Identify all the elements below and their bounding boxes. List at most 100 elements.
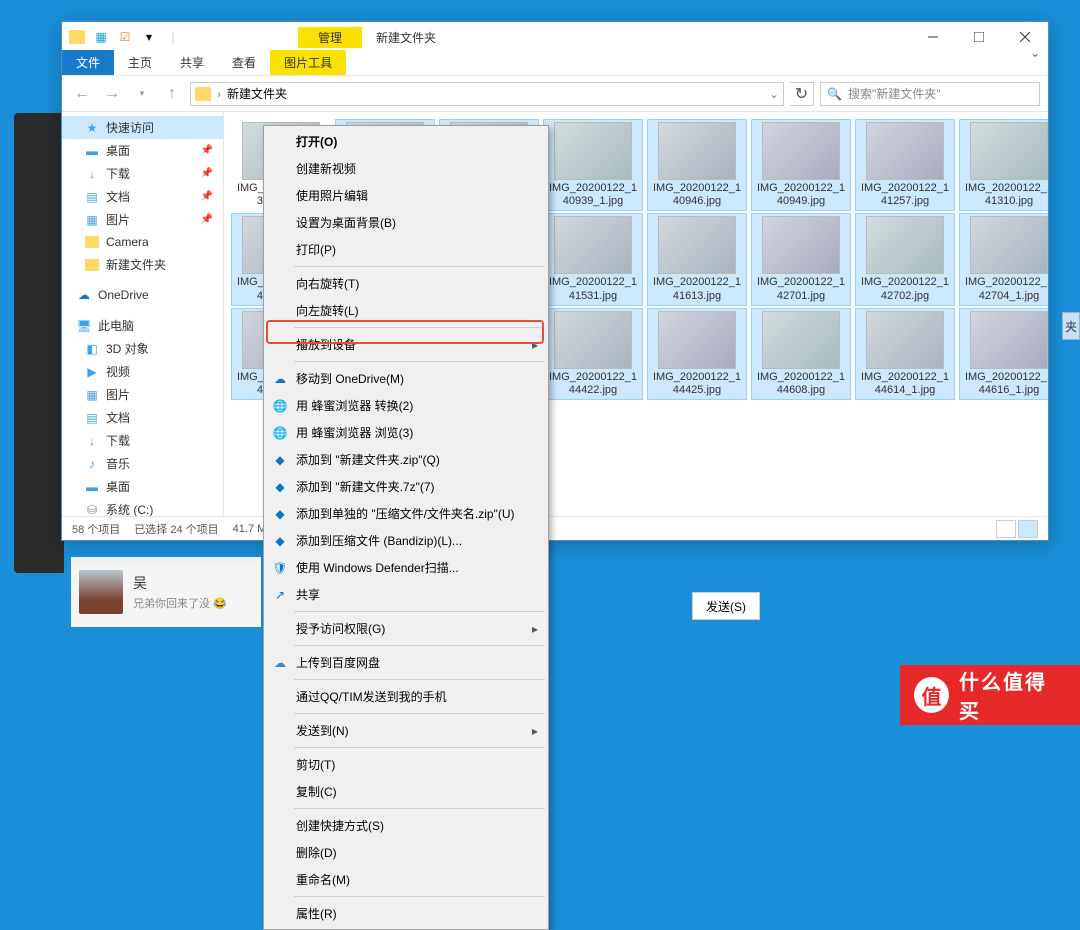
view-icons-button[interactable] [1018, 520, 1038, 538]
cm-delete[interactable]: 删除(D) [266, 839, 546, 866]
recent-dropdown[interactable]: ▾ [130, 82, 154, 106]
nav-pictures[interactable]: ▦图片📌 [62, 208, 223, 231]
cm-send-qq[interactable]: 通过QQ/TIM发送到我的手机 [266, 683, 546, 710]
tab-view[interactable]: 查看 [218, 50, 270, 75]
nav-camera[interactable]: Camera [62, 231, 223, 253]
cm-add-zip[interactable]: ◆添加到 "新建文件夹.zip"(Q) [266, 446, 546, 473]
video-icon: ▶ [84, 364, 100, 380]
file-thumbnail[interactable]: IMG_20200122_144422.jpg [544, 309, 642, 399]
star-icon: ★ [84, 120, 100, 136]
cm-rotate-left[interactable]: 向左旋转(L) [266, 297, 546, 324]
file-thumbnail[interactable]: IMG_20200122_144614_1.jpg [856, 309, 954, 399]
download-icon: ↓ [84, 166, 100, 182]
cm-move-onedrive[interactable]: ☁移动到 OneDrive(M) [266, 365, 546, 392]
nav-downloads-pc[interactable]: ↓下载 [62, 429, 223, 452]
qat-properties-icon[interactable]: ▦ [90, 26, 112, 48]
tab-share[interactable]: 共享 [166, 50, 218, 75]
nav-this-pc[interactable]: 🖥此电脑 [62, 314, 223, 337]
nav-desktop-pc[interactable]: ▬桌面 [62, 475, 223, 498]
address-bar[interactable]: › 新建文件夹 ⌄ [190, 82, 784, 106]
document-icon: ▤ [84, 410, 100, 426]
cm-send-to[interactable]: 发送到(N)▸ [266, 717, 546, 744]
nav-music[interactable]: ♪音乐 [62, 452, 223, 475]
cm-browser-browse[interactable]: 🌐用 蜂蜜浏览器 浏览(3) [266, 419, 546, 446]
nav-videos[interactable]: ▶视频 [62, 360, 223, 383]
file-thumbnail[interactable]: IMG_20200122_141310.jpg [960, 120, 1048, 210]
qat-dropdown-icon[interactable]: ▾ [138, 26, 160, 48]
file-thumbnail[interactable]: IMG_20200122_144425.jpg [648, 309, 746, 399]
thumbnail-image [658, 216, 736, 274]
ribbon-tabs: 文件 主页 共享 查看 图片工具 ˇ [62, 52, 1048, 76]
search-placeholder: 搜索"新建文件夹" [848, 85, 941, 102]
search-input[interactable]: 🔍 搜索"新建文件夹" [820, 82, 1040, 106]
file-thumbnail[interactable]: IMG_20200122_142702.jpg [856, 214, 954, 304]
thumbnail-image [866, 122, 944, 180]
file-thumbnail[interactable]: IMG_20200122_141613.jpg [648, 214, 746, 304]
send-button[interactable]: 发送(S) [692, 592, 760, 620]
nav-new-folder[interactable]: 新建文件夹 [62, 253, 223, 276]
cm-rotate-right[interactable]: 向右旋转(T) [266, 270, 546, 297]
cm-upload-baidu[interactable]: ☁上传到百度网盘 [266, 649, 546, 676]
cm-share[interactable]: ↗共享 [266, 581, 546, 608]
file-thumbnail[interactable]: IMG_20200122_142704_1.jpg [960, 214, 1048, 304]
file-thumbnail[interactable]: IMG_20200122_144608.jpg [752, 309, 850, 399]
share-icon: ↗ [272, 587, 288, 603]
file-name: IMG_20200122_142701.jpg [754, 276, 848, 302]
nav-system-c[interactable]: ⛁系统 (C:) [62, 498, 223, 516]
nav-documents[interactable]: ▤文档📌 [62, 185, 223, 208]
forward-button[interactable]: → [100, 82, 124, 106]
file-name: IMG_20200122_140939_1.jpg [546, 182, 640, 208]
thumbnail-image [554, 311, 632, 369]
file-thumbnail[interactable]: IMG_20200122_142701.jpg [752, 214, 850, 304]
refresh-button[interactable]: ↻ [790, 82, 814, 106]
chat-preview[interactable]: 吴 兄弟你回来了没 😂 [71, 557, 261, 627]
cm-add-7z[interactable]: ◆添加到 "新建文件夹.7z"(7) [266, 473, 546, 500]
nav-pictures-pc[interactable]: ▦图片 [62, 383, 223, 406]
cm-print[interactable]: 打印(P) [266, 236, 546, 263]
cm-add-separate[interactable]: ◆添加到单独的 "压缩文件/文件夹名.zip"(U) [266, 500, 546, 527]
file-thumbnail[interactable]: IMG_20200122_141531.jpg [544, 214, 642, 304]
nav-documents-pc[interactable]: ▤文档 [62, 406, 223, 429]
status-selected: 已选择 24 个项目 [134, 521, 218, 537]
tab-file[interactable]: 文件 [62, 50, 114, 75]
cm-copy[interactable]: 复制(C) [266, 778, 546, 805]
nav-3d-objects[interactable]: ◧3D 对象 [62, 337, 223, 360]
thumbnail-image [554, 122, 632, 180]
view-details-button[interactable] [996, 520, 1016, 538]
cm-create-video[interactable]: 创建新视频 [266, 155, 546, 182]
cm-properties[interactable]: 属性(R) [266, 900, 546, 927]
cm-set-wallpaper[interactable]: 设置为桌面背景(B) [266, 209, 546, 236]
back-button[interactable]: ← [70, 82, 94, 106]
file-thumbnail[interactable]: IMG_20200122_140946.jpg [648, 120, 746, 210]
maximize-button[interactable] [956, 22, 1002, 52]
cm-rename[interactable]: 重命名(M) [266, 866, 546, 893]
cm-browser-convert[interactable]: 🌐用 蜂蜜浏览器 转换(2) [266, 392, 546, 419]
cm-edit-photo[interactable]: 使用照片编辑 [266, 182, 546, 209]
file-thumbnail[interactable]: IMG_20200122_140939_1.jpg [544, 120, 642, 210]
nav-downloads[interactable]: ↓下载📌 [62, 162, 223, 185]
close-button[interactable] [1002, 22, 1048, 52]
file-name: IMG_20200122_140949.jpg [754, 182, 848, 208]
nav-quick-access[interactable]: ★快速访问 [62, 116, 223, 139]
tab-picture-tools[interactable]: 图片工具 [270, 50, 346, 75]
ribbon-expand-icon[interactable]: ˇ [1023, 49, 1048, 75]
thumbnail-image [554, 216, 632, 274]
cm-defender[interactable]: 🛡使用 Windows Defender扫描... [266, 554, 546, 581]
nav-onedrive[interactable]: ☁OneDrive [62, 284, 223, 306]
file-thumbnail[interactable]: IMG_20200122_141257.jpg [856, 120, 954, 210]
qat-new-icon[interactable]: ☑ [114, 26, 136, 48]
cm-add-bandizip[interactable]: ◆添加到压缩文件 (Bandizip)(L)... [266, 527, 546, 554]
side-tab[interactable]: 夹 [1062, 312, 1080, 340]
archive-icon: ◆ [272, 533, 288, 549]
cm-cast[interactable]: 播放到设备▸ [266, 331, 546, 358]
minimize-button[interactable] [910, 22, 956, 52]
up-button[interactable]: ↑ [160, 82, 184, 106]
file-thumbnail[interactable]: IMG_20200122_140949.jpg [752, 120, 850, 210]
file-thumbnail[interactable]: IMG_20200122_144616_1.jpg [960, 309, 1048, 399]
cm-open[interactable]: 打开(O) [266, 128, 546, 155]
nav-desktop[interactable]: ▬桌面📌 [62, 139, 223, 162]
cm-cut[interactable]: 剪切(T) [266, 751, 546, 778]
tab-home[interactable]: 主页 [114, 50, 166, 75]
cm-shortcut[interactable]: 创建快捷方式(S) [266, 812, 546, 839]
cm-grant-access[interactable]: 授予访问权限(G)▸ [266, 615, 546, 642]
